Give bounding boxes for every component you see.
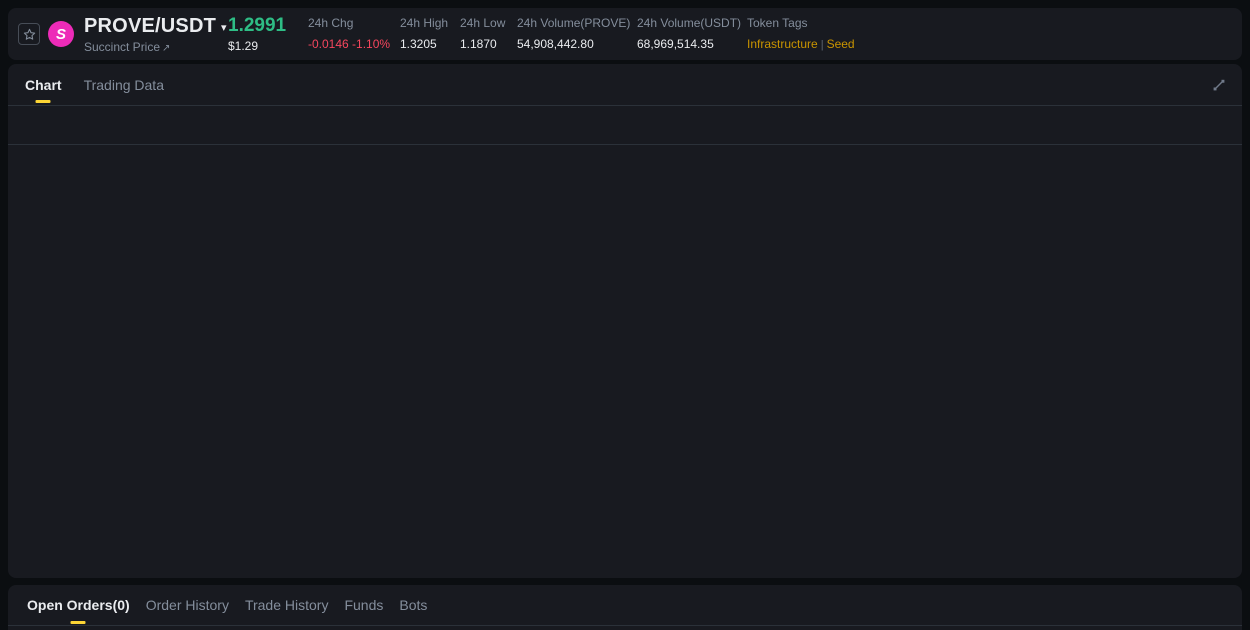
stat-value: 54,908,442.80 — [517, 37, 594, 51]
tag-infrastructure[interactable]: Infrastructure — [747, 37, 818, 51]
stat-label: 24h Low — [460, 16, 506, 30]
expand-button[interactable] — [1210, 76, 1228, 94]
stat-24h-high: 24h High 1.3205 — [400, 16, 460, 52]
tab-funds-label: Funds — [344, 597, 384, 613]
stat-value: 1.3205 — [400, 37, 437, 51]
chart-tab-row: Chart Trading Data — [8, 64, 1242, 105]
stat-label: 24h Volume(USDT) — [637, 16, 742, 30]
divider — [8, 625, 1242, 626]
tab-trading-data[interactable]: Trading Data — [84, 64, 164, 105]
token-logo: S — [48, 21, 74, 47]
orders-panel: Open Orders(0) Order History Trade Histo… — [8, 585, 1242, 630]
stat-label: 24h Chg — [308, 16, 354, 30]
chart-panel: Chart Trading Data — [8, 64, 1242, 578]
stat-24h-volume-base: 24h Volume(PROVE) 54,908,442.80 — [517, 16, 637, 52]
stat-24h-low: 24h Low 1.1870 — [460, 16, 517, 52]
market-header: S PROVE/USDT ▾ Succinct Price ↗ 1.2991 $1… — [8, 8, 1242, 60]
tab-trade-history-label: Trade History — [244, 597, 329, 613]
active-tab-indicator — [70, 621, 86, 624]
expand-icon — [1213, 79, 1225, 90]
tab-bots[interactable]: Bots — [399, 585, 427, 625]
stat-label: 24h High — [400, 16, 449, 30]
stat-value: 68,969,514.35 — [637, 37, 714, 51]
tab-open-orders[interactable]: Open Orders(0) — [27, 585, 130, 625]
tab-funds[interactable]: Funds — [344, 585, 383, 625]
token-price-link-label: Succinct Price — [84, 39, 161, 54]
usd-price: $1.29 — [228, 39, 259, 53]
trading-page: S PROVE/USDT ▾ Succinct Price ↗ 1.2991 $1… — [0, 0, 1250, 630]
tab-open-orders-label: Open Orders(0) — [27, 597, 130, 613]
tab-trade-history[interactable]: Trade History — [245, 585, 329, 625]
stat-24h-volume-quote: 24h Volume(USDT) 68,969,514.35 — [637, 16, 747, 52]
token-price-link[interactable]: Succinct Price ↗ — [84, 40, 216, 54]
star-icon — [23, 28, 35, 40]
stat-24h-change: 24h Chg -0.0146 -1.10% — [308, 16, 400, 52]
chart-toolbar — [8, 106, 1242, 144]
tag-separator: | — [820, 38, 824, 51]
token-tags: Token Tags Infrastructure | Seed — [747, 16, 855, 53]
tab-trading-data-label: Trading Data — [83, 76, 164, 93]
tag-seed[interactable]: Seed — [827, 37, 855, 51]
orders-tab-row: Open Orders(0) Order History Trade Histo… — [8, 585, 1242, 625]
symbol-block: PROVE/USDT ▾ Succinct Price ↗ — [84, 14, 227, 54]
tab-order-history-label: Order History — [145, 597, 229, 613]
external-link-icon: ↗ — [162, 42, 171, 54]
stat-value: -0.0146 -1.10% — [308, 37, 391, 51]
tab-chart-label: Chart — [25, 76, 62, 93]
tab-chart[interactable]: Chart — [25, 64, 62, 105]
chevron-down-icon: ▾ — [221, 22, 227, 34]
tab-order-history[interactable]: Order History — [146, 585, 229, 625]
pair-selector[interactable]: PROVE/USDT ▾ — [84, 14, 227, 38]
active-tab-indicator — [35, 100, 51, 103]
pair-symbol: PROVE/USDT — [84, 14, 217, 37]
token-tags-label: Token Tags — [747, 15, 808, 30]
tab-bots-label: Bots — [399, 597, 428, 613]
last-price: 1.2991 — [228, 15, 287, 36]
stat-value: 1.1870 — [460, 37, 497, 51]
price-block: 1.2991 $1.29 — [228, 15, 308, 53]
chart-area — [8, 145, 1242, 578]
favorite-button[interactable] — [18, 23, 40, 45]
token-logo-letter: S — [55, 25, 66, 43]
stat-label: 24h Volume(PROVE) — [517, 16, 631, 30]
